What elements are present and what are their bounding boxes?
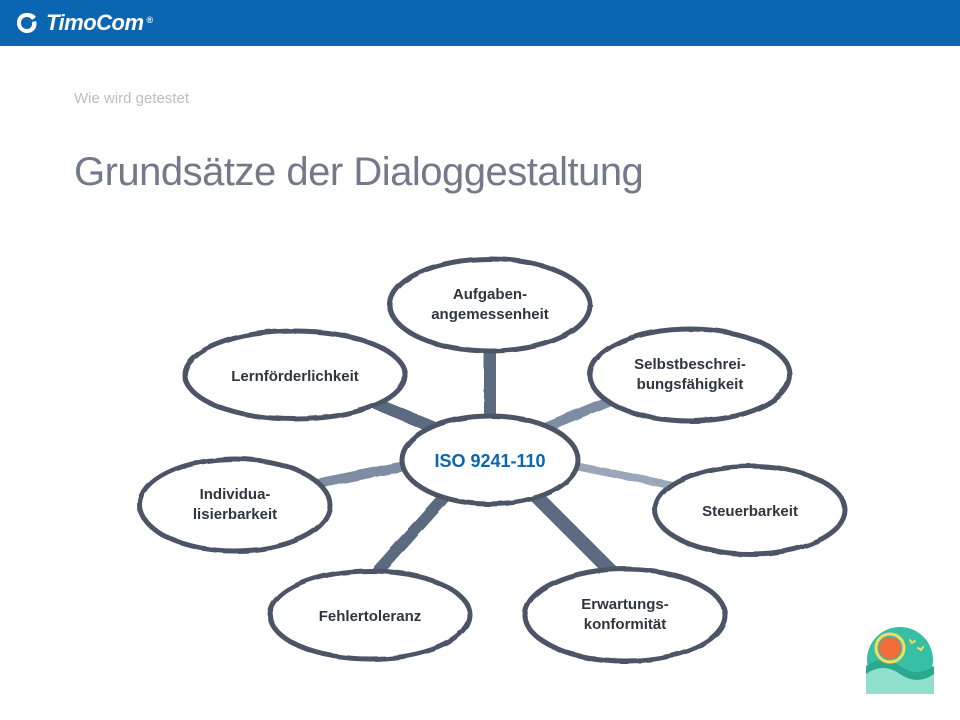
diagram-node-top: Aufgaben- angemessenheit — [390, 259, 590, 351]
slide-subheading: Wie wird getestet — [74, 90, 189, 107]
diagram-node-right: Steuerbarkeit — [655, 466, 845, 554]
brand-name: TimoCom — [46, 10, 144, 36]
svg-text:Lernförderlichkeit: Lernförderlichkeit — [231, 368, 359, 385]
svg-text:Steuerbarkeit: Steuerbarkeit — [702, 503, 798, 520]
svg-text:bungsfähigkeit: bungsfähigkeit — [637, 376, 744, 393]
iso-diagram: ISO 9241-110 Aufgaben- angemessenheit Se… — [130, 250, 850, 690]
brand-swirl-icon — [14, 11, 40, 35]
diagram-node-top-left: Lernförderlichkeit — [185, 331, 405, 419]
svg-text:angemessenheit: angemessenheit — [431, 306, 549, 323]
slide-heading: Grundsätze der Dialoggestaltung — [74, 150, 643, 195]
svg-text:Selbstbeschrei-: Selbstbeschrei- — [634, 356, 746, 373]
svg-text:Erwartungs-: Erwartungs- — [581, 596, 669, 613]
diagram-node-left: Individua- lisierbarkeit — [140, 459, 330, 551]
diagram-node-bottom-right: Erwartungs- konformität — [525, 569, 725, 661]
brand-registered: ® — [147, 15, 153, 25]
decorative-badge-icon — [866, 626, 934, 694]
diagram-center-label: ISO 9241-110 — [434, 451, 545, 471]
brand-logo: TimoCom ® — [14, 10, 153, 36]
svg-text:Individua-: Individua- — [200, 486, 271, 503]
diagram-center-node: ISO 9241-110 — [402, 416, 578, 504]
svg-text:konformität: konformität — [584, 616, 667, 633]
diagram-node-bottom-left: Fehlertoleranz — [270, 571, 470, 659]
diagram-node-top-right: Selbstbeschrei- bungsfähigkeit — [590, 329, 790, 421]
svg-text:Aufgaben-: Aufgaben- — [453, 286, 527, 303]
svg-text:lisierbarkeit: lisierbarkeit — [193, 506, 277, 523]
svg-text:Fehlertoleranz: Fehlertoleranz — [319, 608, 422, 625]
header-bar: TimoCom ® — [0, 0, 960, 46]
